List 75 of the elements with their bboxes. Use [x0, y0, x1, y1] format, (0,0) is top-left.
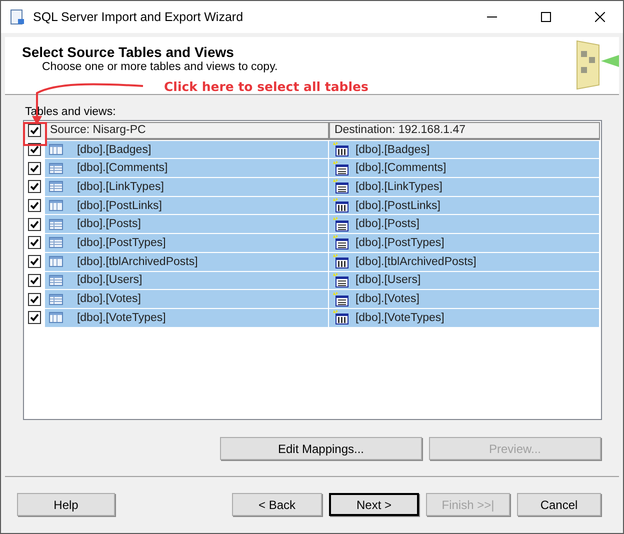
table-icon	[48, 256, 63, 268]
table-cell[interactable]: [dbo].[tblArchivedPosts]	[329, 252, 600, 270]
source-table-name: [dbo].[Votes]	[76, 293, 141, 306]
column-header: Destination: 192.168.1.47	[329, 122, 600, 140]
source-table-name: [dbo].[Comments]	[76, 162, 168, 174]
source-table-name: [dbo].[PostLinks]	[76, 200, 162, 212]
table-cell[interactable]: [dbo].[Comments]	[329, 159, 600, 178]
table-icon	[48, 312, 63, 324]
table-cell[interactable]: [dbo].[PostTypes]	[329, 234, 600, 252]
source-table-name: [dbo].[LinkTypes]	[76, 180, 164, 193]
destination-table-name: [dbo].[LinkTypes]	[355, 180, 442, 193]
page-subtitle: Choose one or more tables and views to copy.	[42, 61, 279, 73]
annotation-text: Click here to select all tables	[164, 79, 370, 94]
destination-table-name: [dbo].[PostLinks]	[355, 200, 440, 212]
destination-table-name: [dbo].[PostTypes]	[355, 236, 444, 249]
table-cell[interactable]: [dbo].[VoteTypes]	[329, 308, 600, 327]
table-icon	[48, 237, 63, 248]
table-icon	[48, 218, 63, 230]
source-table-name: [dbo].[tblArchivedPosts]	[76, 256, 198, 268]
column-header: Source: Nisarg-PC	[44, 122, 330, 140]
table-cell[interactable]: [dbo].[PostLinks]	[44, 196, 330, 214]
checkbox[interactable]	[28, 199, 42, 212]
table-cell[interactable]: [dbo].[Comments]	[44, 159, 330, 178]
checkbox[interactable]	[28, 292, 42, 306]
checkbox[interactable]	[28, 274, 42, 287]
source-table-name: [dbo].[Users]	[76, 274, 142, 286]
destination-table-name: [dbo].[Badges]	[355, 144, 430, 156]
checkbox[interactable]	[28, 162, 42, 175]
source-table-name: [dbo].[Posts]	[76, 218, 141, 230]
checkbox[interactable]	[28, 311, 42, 324]
table-cell[interactable]: [dbo].[Badges]	[44, 140, 330, 158]
table-cell[interactable]: [dbo].[tblArchivedPosts]	[44, 252, 330, 270]
table-cell[interactable]: [dbo].[LinkTypes]	[44, 178, 330, 196]
table-cell[interactable]: [dbo].[Users]	[329, 272, 600, 290]
table-cell[interactable]: [dbo].[Posts]	[329, 215, 600, 234]
table-icon	[48, 181, 63, 192]
source-table-name: [dbo].[PostTypes]	[76, 236, 166, 249]
checkbox[interactable]	[28, 124, 42, 138]
table-cell[interactable]: [dbo].[VoteTypes]	[44, 308, 330, 327]
wizard-button[interactable]: Next >	[329, 493, 419, 516]
destination-table-name: [dbo].[VoteTypes]	[355, 312, 444, 324]
table-cell[interactable]: [dbo].[PostLinks]	[329, 196, 600, 214]
destination-table-name: [dbo].[tblArchivedPosts]	[355, 256, 476, 268]
table-cell[interactable]: [dbo].[Votes]	[329, 290, 600, 308]
destination-table-name: [dbo].[Users]	[355, 274, 421, 286]
table-icon	[48, 144, 63, 156]
destination-table-name: [dbo].[Posts]	[355, 218, 420, 230]
close-icon[interactable]	[595, 12, 605, 22]
app-icon	[9, 9, 25, 25]
table-cell[interactable]: [dbo].[Posts]	[44, 215, 330, 234]
source-table-name: [dbo].[Badges]	[76, 144, 152, 156]
table-cell[interactable]: [dbo].[PostTypes]	[44, 234, 330, 252]
page-title: Select Source Tables and Views	[22, 44, 235, 60]
checkbox[interactable]	[28, 236, 42, 250]
wizard-button[interactable]: Help	[17, 493, 115, 516]
checkbox[interactable]	[28, 218, 42, 231]
table-icon	[48, 200, 63, 212]
table-icon	[48, 274, 63, 286]
checkbox[interactable]	[28, 255, 42, 268]
table-cell[interactable]: [dbo].[Users]	[44, 272, 330, 290]
wizard-button[interactable]: < Back	[232, 493, 322, 516]
destination-table-name: [dbo].[Votes]	[355, 293, 420, 306]
grid-action-button[interactable]: Edit Mappings...	[220, 437, 422, 460]
window-title: SQL Server Import and Export Wizard	[33, 10, 244, 24]
table-cell[interactable]: [dbo].[Votes]	[44, 290, 330, 308]
table-cell[interactable]: [dbo].[LinkTypes]	[329, 178, 600, 196]
highlight-frame	[23, 122, 47, 146]
table-icon	[48, 162, 63, 174]
table-cell[interactable]: [dbo].[Badges]	[329, 140, 600, 158]
table-icon	[48, 294, 63, 305]
wizard-button[interactable]: Cancel	[517, 493, 601, 516]
maximize-icon[interactable]	[541, 12, 551, 22]
destination-table-name: [dbo].[Comments]	[355, 162, 446, 174]
checkbox[interactable]	[28, 180, 42, 194]
source-table-name: [dbo].[VoteTypes]	[76, 312, 166, 324]
